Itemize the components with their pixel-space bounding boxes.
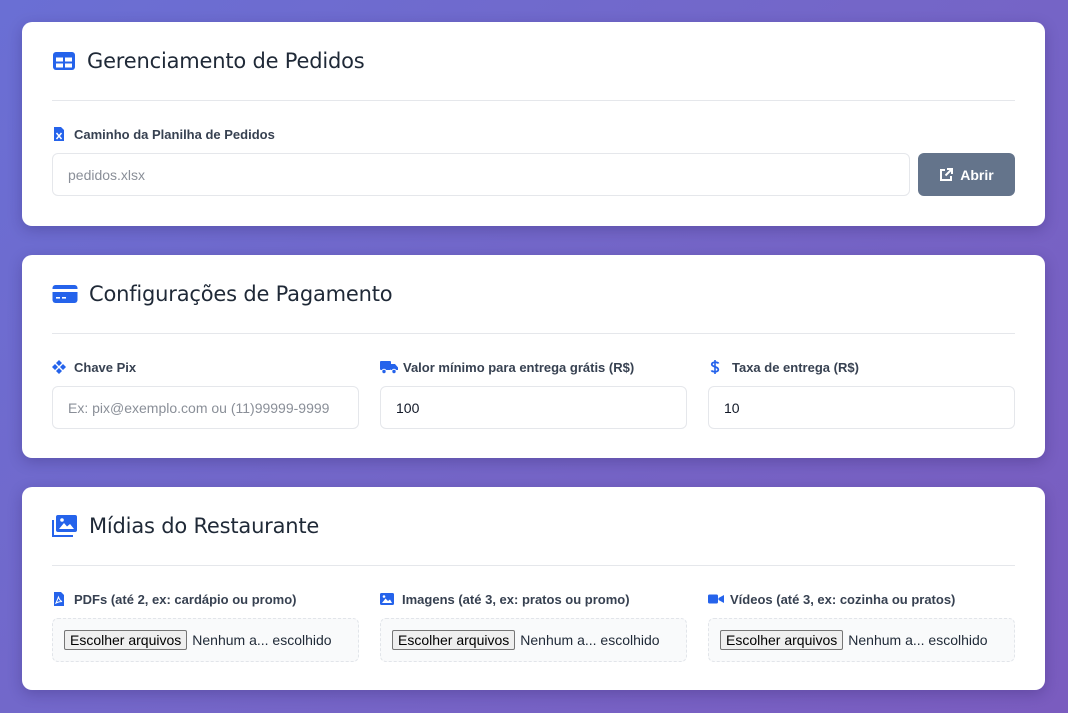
- videos-file-input[interactable]: Escolher arquivos Nenhum a... escolhido: [708, 618, 1015, 662]
- pdfs-field-group: PDFs (até 2, ex: cardápio ou promo) Esco…: [52, 591, 359, 662]
- fee-label-text: Taxa de entrega (R$): [732, 359, 859, 375]
- payment-header: Configurações de Pagamento: [52, 255, 1015, 334]
- spreadsheet-path-input[interactable]: [52, 153, 910, 196]
- truck-icon: [380, 361, 398, 374]
- table-icon: [53, 52, 75, 70]
- fee-label: Taxa de entrega (R$): [708, 359, 1015, 375]
- videos-label-text: Vídeos (até 3, ex: cozinha ou pratos): [730, 591, 956, 607]
- videos-field-group: Vídeos (até 3, ex: cozinha ou pratos) Es…: [708, 591, 1015, 662]
- pdfs-label-text: PDFs (até 2, ex: cardápio ou promo): [74, 591, 297, 607]
- orders-header: Gerenciamento de Pedidos: [52, 22, 1015, 101]
- open-button[interactable]: Abrir: [918, 153, 1015, 196]
- external-link-icon: [940, 167, 954, 181]
- videos-choose-button[interactable]: Escolher arquivos: [720, 630, 844, 650]
- images-label-text: Imagens (até 3, ex: pratos ou promo): [402, 591, 630, 607]
- credit-card-icon: [52, 285, 78, 303]
- excel-file-icon: [54, 127, 64, 141]
- images-no-file-text: Nenhum a... escolhido: [520, 632, 660, 648]
- images-icon: [52, 515, 77, 537]
- media-title: Mídias do Restaurante: [89, 514, 320, 538]
- pdfs-no-file-text: Nenhum a... escolhido: [192, 632, 332, 648]
- payment-card: Configurações de Pagamento Chave Pix Val…: [22, 255, 1045, 458]
- video-icon: [708, 594, 724, 604]
- delivery-fee-input[interactable]: [708, 386, 1015, 429]
- media-header: Mídias do Restaurante: [52, 487, 1015, 566]
- payment-title: Configurações de Pagamento: [89, 282, 393, 306]
- images-field-group: Imagens (até 3, ex: pratos ou promo) Esc…: [380, 591, 687, 662]
- pix-label: Chave Pix: [52, 359, 359, 375]
- orders-card: Gerenciamento de Pedidos Caminho da Plan…: [22, 22, 1045, 226]
- media-card: Mídias do Restaurante PDFs (até 2, ex: c…: [22, 487, 1045, 690]
- min-free-label-text: Valor mínimo para entrega grátis (R$): [403, 359, 635, 375]
- images-choose-button[interactable]: Escolher arquivos: [392, 630, 516, 650]
- min-free-label: Valor mínimo para entrega grátis (R$): [380, 359, 687, 375]
- pdfs-label: PDFs (até 2, ex: cardápio ou promo): [52, 591, 359, 607]
- spreadsheet-label: Caminho da Planilha de Pedidos: [52, 126, 1015, 142]
- fee-field-group: Taxa de entrega (R$): [708, 359, 1015, 429]
- open-button-label: Abrir: [960, 166, 994, 183]
- pix-field-group: Chave Pix: [52, 359, 359, 429]
- dollar-icon: [710, 360, 720, 374]
- pix-label-text: Chave Pix: [74, 359, 137, 375]
- pix-icon: [52, 360, 66, 374]
- videos-label: Vídeos (até 3, ex: cozinha ou pratos): [708, 591, 1015, 607]
- min-free-field-group: Valor mínimo para entrega grátis (R$): [380, 359, 687, 429]
- pix-key-input[interactable]: [52, 386, 359, 429]
- orders-title: Gerenciamento de Pedidos: [87, 49, 365, 73]
- videos-no-file-text: Nenhum a... escolhido: [848, 632, 988, 648]
- images-label: Imagens (até 3, ex: pratos ou promo): [380, 591, 687, 607]
- pdfs-choose-button[interactable]: Escolher arquivos: [64, 630, 188, 650]
- min-free-delivery-input[interactable]: [380, 386, 687, 429]
- pdfs-file-input[interactable]: Escolher arquivos Nenhum a... escolhido: [52, 618, 359, 662]
- spreadsheet-label-text: Caminho da Planilha de Pedidos: [74, 126, 275, 142]
- image-icon: [380, 593, 394, 605]
- images-file-input[interactable]: Escolher arquivos Nenhum a... escolhido: [380, 618, 687, 662]
- pdf-file-icon: [54, 592, 64, 606]
